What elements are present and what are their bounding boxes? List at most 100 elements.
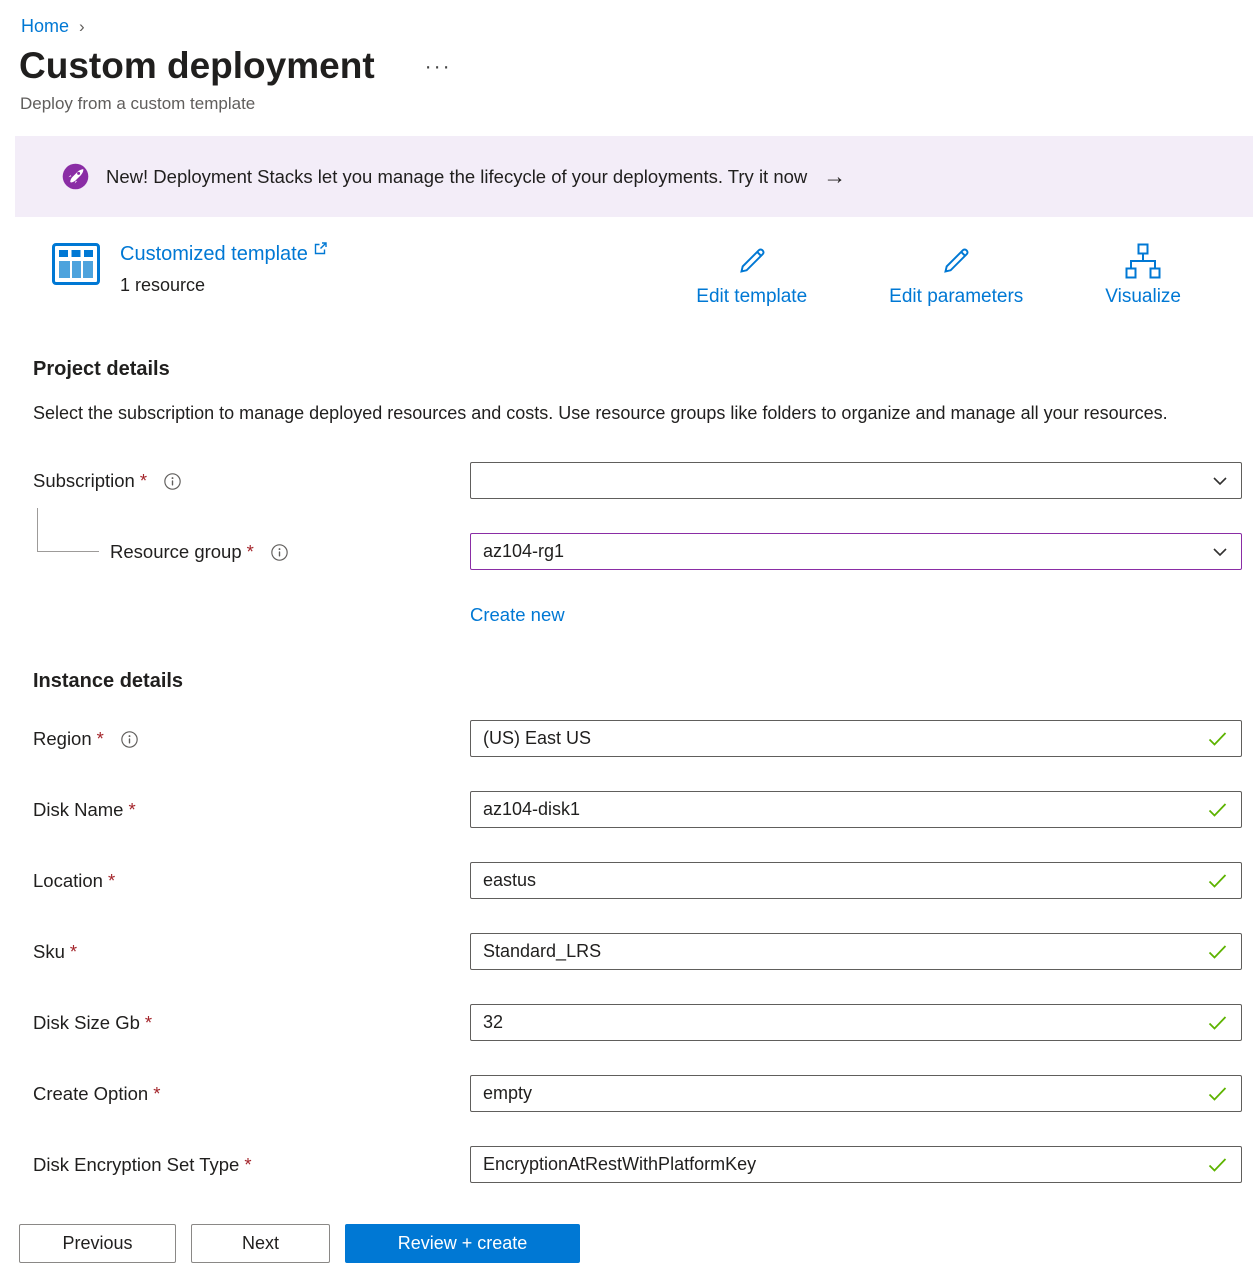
field-row-subscription: Subscription* — [33, 462, 1242, 499]
info-icon[interactable] — [271, 544, 288, 561]
location-input-wrap — [470, 862, 1242, 899]
instance-fields: Region* Disk Name* — [33, 720, 1242, 1183]
next-button[interactable]: Next — [191, 1224, 330, 1263]
title-row: Custom deployment ··· — [19, 45, 1253, 87]
required-asterisk: * — [247, 541, 254, 562]
disk-size-gb-label: Disk Size Gb* — [33, 1012, 470, 1034]
banner-text: New! Deployment Stacks let you manage th… — [106, 166, 807, 188]
disk-encryption-set-type-label: Disk Encryption Set Type* — [33, 1154, 470, 1176]
custom-deployment-page: Home › Custom deployment ··· Deploy from… — [0, 0, 1253, 1280]
chevron-down-icon[interactable] — [1213, 476, 1227, 485]
field-row-region: Region* — [33, 720, 1242, 757]
region-label-text: Region — [33, 728, 92, 749]
region-input[interactable] — [470, 720, 1242, 757]
more-menu-button[interactable]: ··· — [425, 55, 452, 79]
create-new-link[interactable]: Create new — [470, 604, 565, 625]
disk-size-gb-input[interactable] — [470, 1004, 1242, 1041]
edit-template-label: Edit template — [696, 286, 807, 308]
breadcrumb-chevron-icon: › — [79, 17, 85, 37]
arrow-right-icon: → — [823, 165, 846, 188]
disk-size-gb-input-wrap — [470, 1004, 1242, 1041]
external-link-icon — [313, 241, 328, 256]
valid-check-icon — [1208, 1157, 1227, 1172]
edit-parameters-button[interactable]: Edit parameters — [889, 243, 1023, 308]
subscription-select[interactable] — [470, 462, 1242, 499]
form-content: Project details Select the subscription … — [0, 358, 1253, 1183]
breadcrumb-home-link[interactable]: Home — [21, 16, 69, 37]
required-asterisk: * — [108, 870, 115, 891]
page-title: Custom deployment — [19, 45, 375, 87]
previous-button[interactable]: Previous — [19, 1224, 176, 1263]
resource-group-select[interactable] — [470, 533, 1242, 570]
required-asterisk: * — [128, 799, 135, 820]
disk-encryption-set-type-input-wrap — [470, 1146, 1242, 1183]
disk-encryption-set-type-label-text: Disk Encryption Set Type — [33, 1154, 239, 1175]
valid-check-icon — [1208, 802, 1227, 817]
project-fields: Subscription* Resource group* — [33, 462, 1242, 570]
page-subtitle: Deploy from a custom template — [20, 94, 1253, 114]
template-actions: Edit template Edit parameters — [696, 243, 1181, 308]
location-label-text: Location — [33, 870, 103, 891]
region-input-wrap — [470, 720, 1242, 757]
info-icon[interactable] — [121, 731, 138, 748]
template-icon — [52, 243, 100, 290]
customized-template-link[interactable]: Customized template — [120, 243, 328, 266]
disk-name-input-wrap — [470, 791, 1242, 828]
field-row-disk-name: Disk Name* — [33, 791, 1242, 828]
field-row-location: Location* — [33, 862, 1242, 899]
required-asterisk: * — [145, 1012, 152, 1033]
required-asterisk: * — [70, 941, 77, 962]
template-row: Customized template 1 resource — [52, 243, 1181, 308]
info-icon[interactable] — [164, 473, 181, 490]
location-label: Location* — [33, 870, 470, 892]
footer-action-bar: Previous Next Review + create — [0, 1207, 1253, 1280]
create-option-label: Create Option* — [33, 1083, 470, 1105]
valid-check-icon — [1208, 1086, 1227, 1101]
valid-check-icon — [1208, 731, 1227, 746]
disk-name-label-text: Disk Name — [33, 799, 123, 820]
tree-connector-line — [37, 508, 99, 552]
field-row-resource-group: Resource group* — [33, 533, 1242, 570]
visualize-label: Visualize — [1105, 286, 1181, 308]
template-resource-count: 1 resource — [120, 275, 328, 296]
breadcrumb: Home › — [0, 0, 1253, 37]
create-option-label-text: Create Option — [33, 1083, 148, 1104]
create-new-row: Create new — [470, 604, 1242, 626]
valid-check-icon — [1208, 1015, 1227, 1030]
required-asterisk: * — [140, 470, 147, 491]
subscription-label: Subscription* — [33, 470, 470, 492]
sku-input-wrap — [470, 933, 1242, 970]
sku-label: Sku* — [33, 941, 470, 963]
resource-group-select-wrap — [470, 533, 1242, 570]
subscription-select-wrap — [470, 462, 1242, 499]
field-row-disk-size-gb: Disk Size Gb* — [33, 1004, 1242, 1041]
pencil-icon — [734, 243, 770, 285]
disk-name-input[interactable] — [470, 791, 1242, 828]
review-create-button[interactable]: Review + create — [345, 1224, 580, 1263]
chevron-down-icon[interactable] — [1213, 547, 1227, 556]
required-asterisk: * — [97, 728, 104, 749]
edit-template-button[interactable]: Edit template — [696, 243, 807, 308]
required-asterisk: * — [244, 1154, 251, 1175]
pencil-icon — [938, 243, 974, 285]
instance-details-heading: Instance details — [33, 670, 1242, 693]
template-info: Customized template 1 resource — [52, 243, 328, 296]
field-row-disk-encryption-set-type: Disk Encryption Set Type* — [33, 1146, 1242, 1183]
region-label: Region* — [33, 728, 470, 750]
location-input[interactable] — [470, 862, 1242, 899]
disk-encryption-set-type-input[interactable] — [470, 1146, 1242, 1183]
valid-check-icon — [1208, 944, 1227, 959]
required-asterisk: * — [153, 1083, 160, 1104]
deployment-stacks-banner[interactable]: New! Deployment Stacks let you manage th… — [15, 136, 1253, 217]
sku-input[interactable] — [470, 933, 1242, 970]
sku-label-text: Sku — [33, 941, 65, 962]
visualize-icon — [1124, 243, 1162, 285]
project-details-heading: Project details — [33, 358, 1242, 381]
visualize-button[interactable]: Visualize — [1105, 243, 1181, 308]
rocket-icon — [62, 163, 89, 190]
field-row-sku: Sku* — [33, 933, 1242, 970]
create-option-input-wrap — [470, 1075, 1242, 1112]
resource-group-label-text: Resource group — [110, 541, 242, 562]
create-option-input[interactable] — [470, 1075, 1242, 1112]
disk-name-label: Disk Name* — [33, 799, 470, 821]
